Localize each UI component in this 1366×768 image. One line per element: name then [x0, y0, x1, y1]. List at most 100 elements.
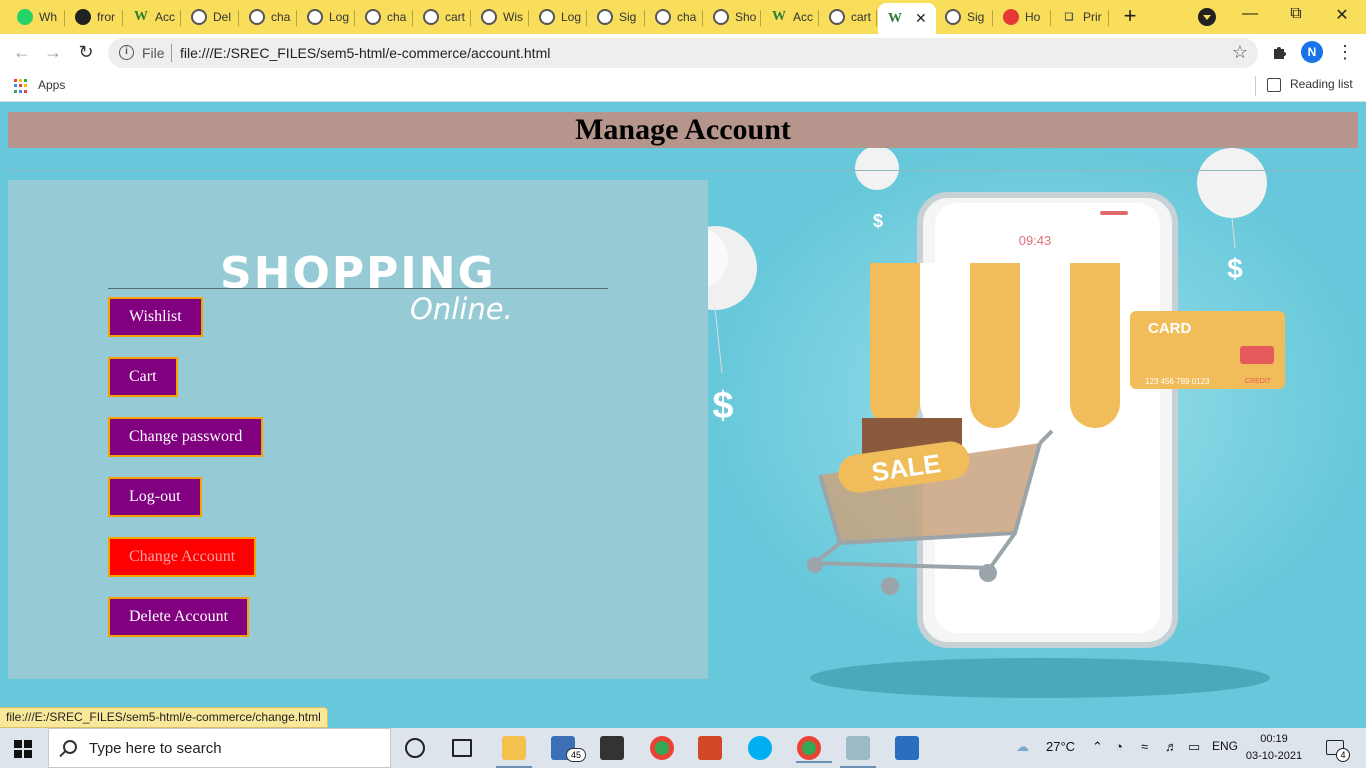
browser-tab-strip: Wh fror W Acc Del cha Log cha cart Wis Log Sig cha Sh…: [0, 0, 1366, 34]
wifi-icon[interactable]: ≈: [1141, 739, 1148, 754]
weather-icon: ☁: [1016, 739, 1029, 754]
tab-label: Sho: [735, 10, 757, 24]
browser-tab[interactable]: W Acc: [124, 3, 181, 31]
globe-icon: [481, 9, 497, 25]
w3schools-icon: W: [888, 10, 902, 26]
clock-time: 00:19: [1260, 733, 1288, 745]
reading-list-icon[interactable]: [1267, 78, 1281, 92]
new-tab-button[interactable]: +: [1120, 5, 1140, 27]
photos-icon[interactable]: [895, 736, 919, 760]
browser-tab[interactable]: ❑ Prir: [1052, 3, 1109, 31]
delete-account-button[interactable]: Delete Account: [108, 597, 250, 637]
close-window-icon[interactable]: ✕: [1332, 5, 1352, 25]
wishlist-button[interactable]: Wishlist: [108, 297, 203, 337]
tab-label: cha: [271, 10, 291, 24]
start-windows-icon[interactable]: [14, 740, 32, 758]
browser-tab[interactable]: cart: [820, 3, 877, 31]
banner-subtitle: Online.: [410, 292, 513, 326]
tab-label: Acc: [793, 10, 814, 24]
chevron-up-icon[interactable]: ⌃: [1092, 739, 1103, 755]
task-view-icon[interactable]: [452, 739, 472, 757]
tab-separator: [992, 10, 993, 26]
apps-link[interactable]: Apps: [38, 78, 65, 92]
chrome-profile-icon[interactable]: [796, 736, 832, 763]
chrome-icon[interactable]: [650, 736, 674, 760]
taskbar-search[interactable]: Type here to search: [48, 728, 391, 768]
tab-label: cart: [445, 10, 466, 24]
tab-separator: [818, 10, 819, 26]
logout-button[interactable]: Log-out: [108, 477, 202, 517]
site-info-icon[interactable]: i: [119, 45, 134, 60]
language-indicator[interactable]: ENG: [1212, 739, 1238, 753]
browser-tab[interactable]: W ✕: [878, 3, 936, 34]
browser-tab[interactable]: Sig: [588, 3, 645, 31]
credit-card: CARD 123 456 789 0123 CREDIT: [1130, 311, 1285, 389]
speaker-icon[interactable]: ♬: [1165, 739, 1178, 754]
browser-tab[interactable]: cha: [356, 3, 413, 31]
mail-badge: 45: [566, 748, 586, 762]
address-bar[interactable]: i File file:///E:/SREC_FILES/sem5-html/e…: [108, 38, 1258, 68]
change-password-button[interactable]: Change password: [108, 417, 264, 457]
browser-tab[interactable]: cart: [414, 3, 471, 31]
globe-icon: [945, 9, 961, 25]
browser-tab[interactable]: Ho: [994, 3, 1051, 31]
menu-kebab-icon[interactable]: ⋮: [1336, 42, 1354, 63]
svg-text:$: $: [712, 385, 733, 427]
tab-separator: [296, 10, 297, 26]
tab-search-icon[interactable]: [1198, 8, 1216, 26]
minimize-icon[interactable]: —: [1240, 5, 1260, 25]
file-explorer-icon[interactable]: [496, 736, 532, 768]
globe-icon: [655, 9, 671, 25]
search-icon: [63, 740, 77, 754]
store-icon[interactable]: [600, 736, 624, 760]
network-icon[interactable]: ◔: [1115, 739, 1123, 754]
browser-tab[interactable]: Sig: [936, 3, 993, 31]
url-text[interactable]: file:///E:/SREC_FILES/sem5-html/e-commer…: [180, 45, 550, 61]
change-account-button[interactable]: Change Account: [108, 537, 257, 577]
tab-separator: [586, 10, 587, 26]
cart-button[interactable]: Cart: [108, 357, 178, 397]
horizontal-rule: [8, 170, 1358, 171]
browser-tab[interactable]: cha: [646, 3, 703, 31]
back-arrow-icon[interactable]: ←: [12, 42, 32, 62]
app-window-icon[interactable]: [840, 736, 876, 768]
browser-tab[interactable]: Del: [182, 3, 239, 31]
tab-separator: [702, 10, 703, 26]
skype-icon[interactable]: [748, 736, 772, 760]
globe-icon: [423, 9, 439, 25]
tab-label: Del: [213, 10, 232, 24]
globe-icon: [597, 9, 613, 25]
reading-list-link[interactable]: Reading list: [1290, 77, 1353, 91]
red-icon: [1003, 9, 1019, 25]
browser-tab[interactable]: Sho: [704, 3, 761, 31]
browser-tab[interactable]: Log: [298, 3, 355, 31]
forward-arrow-icon[interactable]: →: [43, 42, 63, 62]
tab-label: Sig: [967, 10, 985, 24]
profile-avatar[interactable]: N: [1301, 41, 1323, 63]
scheme-label: File: [142, 45, 165, 61]
browser-tab[interactable]: fror: [66, 3, 123, 31]
weather-temp[interactable]: 27°C: [1046, 739, 1075, 754]
close-tab-icon[interactable]: ✕: [915, 10, 927, 27]
clock[interactable]: 00:19 03-10-2021: [1244, 731, 1304, 765]
w3schools-icon: W: [772, 9, 786, 24]
browser-tab[interactable]: Wh: [8, 3, 65, 31]
bookmark-star-icon[interactable]: ☆: [1232, 42, 1248, 63]
awning: [870, 263, 1120, 428]
apps-grid-icon[interactable]: [14, 79, 28, 93]
battery-icon[interactable]: ▭: [1188, 739, 1200, 755]
extensions-puzzle-icon[interactable]: [1271, 43, 1289, 61]
reload-icon[interactable]: ↻: [76, 42, 96, 62]
restore-icon[interactable]: ⧉: [1286, 5, 1306, 25]
tab-label: Wis: [503, 10, 523, 24]
browser-tab[interactable]: Wis: [472, 3, 529, 31]
browser-tab[interactable]: cha: [240, 3, 297, 31]
tab-separator: [412, 10, 413, 26]
browser-tab[interactable]: W Acc: [762, 3, 819, 31]
bookmarks-bar: Apps Reading list: [0, 70, 1366, 102]
windows-taskbar: Type here to search 45 ☁ 27°C ⌃ ◔ ≈ ♬ ▭ …: [0, 728, 1366, 768]
browser-tab[interactable]: Log: [530, 3, 587, 31]
powerpoint-icon[interactable]: [698, 736, 722, 760]
cortana-icon[interactable]: [405, 738, 425, 758]
w3schools-icon: W: [134, 9, 148, 24]
